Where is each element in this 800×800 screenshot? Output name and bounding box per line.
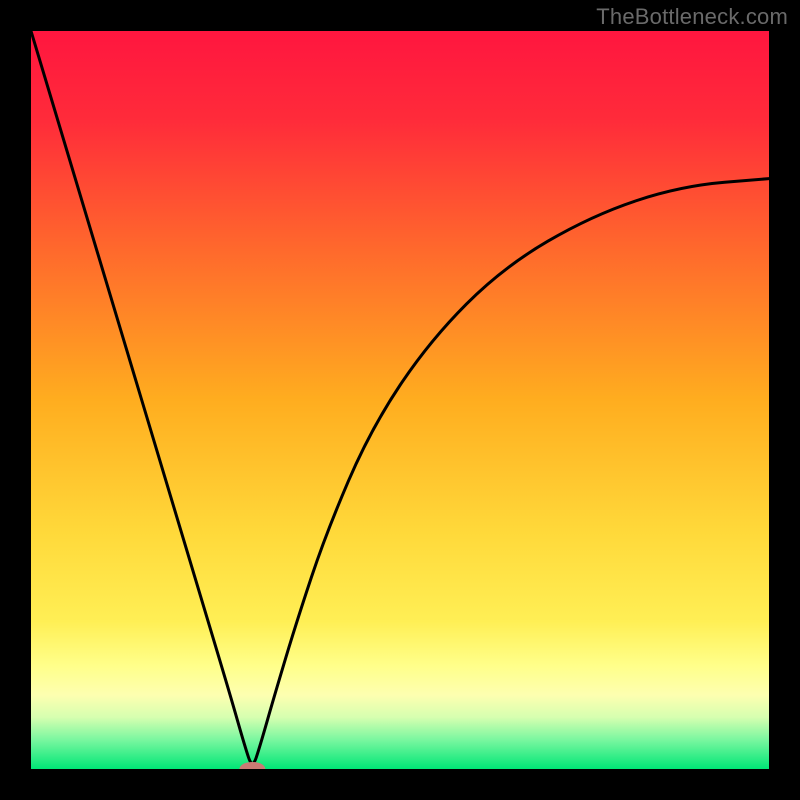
chart-svg (0, 0, 800, 800)
chart-frame: TheBottleneck.com (0, 0, 800, 800)
watermark-text: TheBottleneck.com (596, 4, 788, 30)
